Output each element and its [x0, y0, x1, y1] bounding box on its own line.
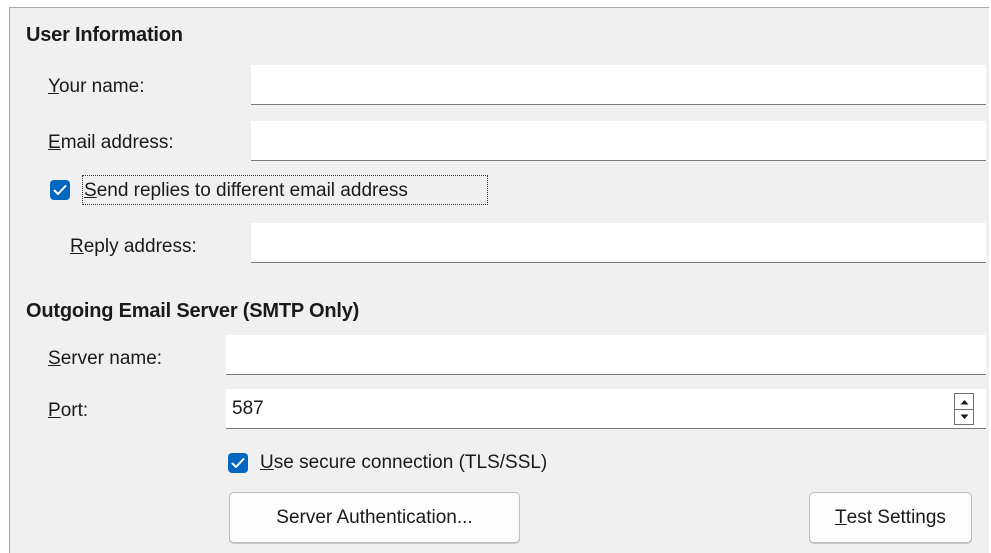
port-input[interactable] — [226, 389, 986, 429]
checkmark-icon — [53, 185, 67, 195]
test-settings-button[interactable]: Test Settings — [809, 492, 972, 543]
send-replies-label[interactable]: Send replies to different email address — [84, 180, 408, 202]
send-replies-checkbox[interactable] — [50, 180, 70, 200]
your-name-input[interactable] — [251, 65, 986, 105]
port-spin-up-button[interactable] — [955, 394, 973, 410]
email-address-input[interactable] — [251, 121, 986, 161]
port-spinner[interactable] — [954, 393, 974, 425]
your-name-label: Your name: — [48, 76, 145, 97]
spin-down-icon — [960, 414, 968, 419]
server-name-label: Server name: — [48, 348, 163, 369]
server-name-input[interactable] — [226, 335, 986, 375]
user-information-heading: User Information — [26, 24, 183, 46]
mail-settings-panel: User Information Your name: Email addres… — [9, 7, 989, 553]
server-authentication-button[interactable]: Server Authentication... — [229, 492, 520, 543]
email-address-label: Email address: — [48, 132, 174, 153]
secure-connection-label[interactable]: Use secure connection (TLS/SSL) — [260, 452, 547, 474]
reply-address-label: Reply address: — [70, 236, 197, 257]
checkmark-icon — [231, 458, 245, 468]
reply-address-input[interactable] — [251, 223, 986, 263]
secure-connection-checkbox[interactable] — [228, 453, 248, 473]
spin-up-icon — [960, 399, 968, 404]
port-label: Port: — [48, 400, 89, 421]
smtp-heading: Outgoing Email Server (SMTP Only) — [26, 300, 360, 322]
port-spin-down-button[interactable] — [955, 409, 973, 424]
